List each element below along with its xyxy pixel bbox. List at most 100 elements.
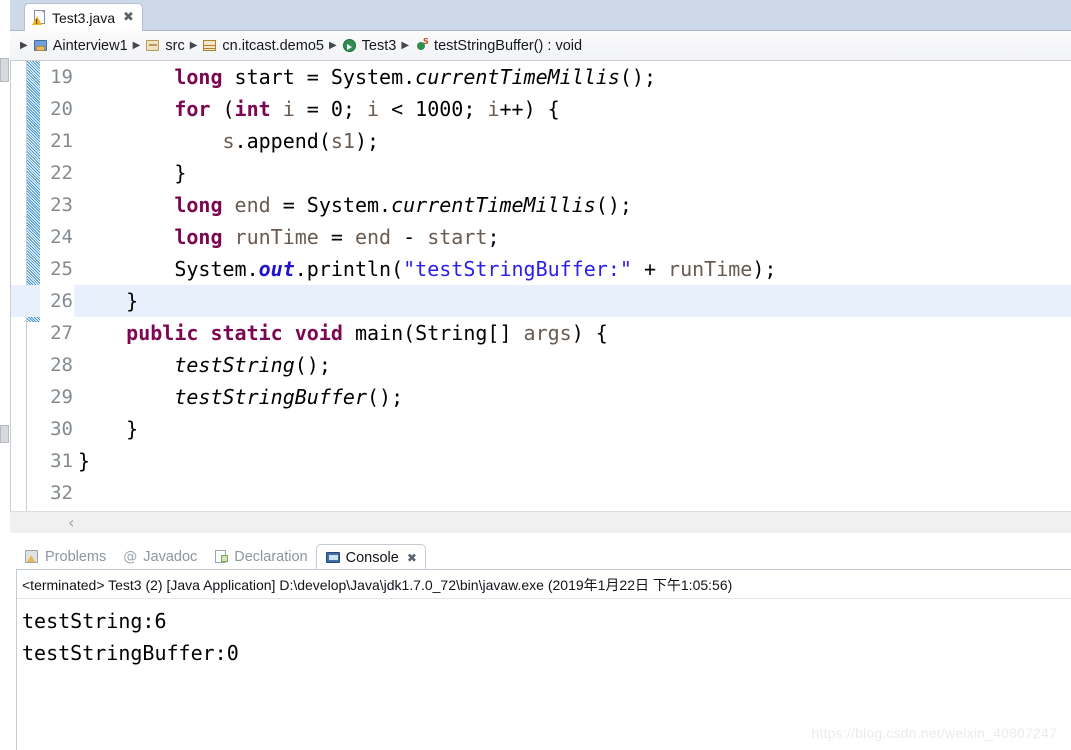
code-line[interactable]: testString(); <box>74 349 1071 381</box>
code-token: currentTimeMillis <box>415 65 620 89</box>
code-line[interactable]: } <box>74 413 1071 445</box>
code-token: args <box>523 321 572 345</box>
breadcrumb-item-src[interactable]: src <box>145 38 185 54</box>
editor-horizontal-scrollbar[interactable]: ‹ <box>10 511 1071 533</box>
code-token: testString <box>174 353 295 377</box>
code-line[interactable]: long start = System.currentTimeMillis(); <box>74 61 1071 93</box>
code-text-area[interactable]: long start = System.currentTimeMillis();… <box>74 61 1071 533</box>
code-token: (); <box>619 65 656 89</box>
code-line[interactable]: public static void main(String[] args) { <box>74 317 1071 349</box>
scroll-left-icon[interactable]: ‹ <box>68 514 74 531</box>
change-marker-bar <box>27 61 40 322</box>
code-token: .println( <box>294 257 404 281</box>
code-line[interactable]: } <box>74 445 1071 477</box>
chevron-right-icon: ▶ <box>132 39 141 51</box>
code-token: long <box>174 225 223 249</box>
code-line[interactable]: } <box>74 157 1071 189</box>
editor-tab-test3-java[interactable]: Test3.java ✖ <box>24 3 143 31</box>
code-token: runTime <box>668 257 753 281</box>
line-number: 27 <box>50 322 73 344</box>
breadcrumb: ▶ Ainterview1 ▶ src ▶ cn.itcast.demo5 ▶ … <box>10 31 1071 61</box>
code-token: ; <box>487 225 500 249</box>
tab-label: Console <box>345 549 399 566</box>
code-editor[interactable]: 19 20 21 22 23 24 25 26 27 28 29 30 31 32 long start … <box>10 61 1071 533</box>
code-token: ++) { <box>499 97 560 121</box>
line-number: 26 <box>50 290 73 312</box>
code-token: i <box>367 97 380 121</box>
line-number: 22 <box>50 162 73 184</box>
line-number: 32 <box>50 482 73 504</box>
editor-tab-label: Test3.java <box>52 9 116 26</box>
code-token: long <box>174 193 223 217</box>
code-token: out <box>258 257 295 281</box>
code-line[interactable]: long runTime = end - start; <box>74 221 1071 253</box>
code-line[interactable]: System.out.println("testStringBuffer:" +… <box>74 253 1071 285</box>
code-token: = <box>318 225 355 249</box>
breadcrumb-item-project[interactable]: Ainterview1 <box>33 38 128 54</box>
left-window-edge <box>0 0 10 750</box>
declaration-icon <box>213 549 229 565</box>
console-icon <box>325 550 341 566</box>
code-token: end <box>234 193 271 217</box>
code-line[interactable]: testStringBuffer(); <box>74 381 1071 413</box>
code-line[interactable]: long end = System.currentTimeMillis(); <box>74 189 1071 221</box>
code-token: - <box>391 225 428 249</box>
breadcrumb-item-method[interactable]: testStringBuffer() : void <box>414 37 583 54</box>
code-token: start <box>427 225 488 249</box>
problems-icon <box>24 549 40 565</box>
chevron-right-icon: ▶ <box>328 39 337 51</box>
tab-console[interactable]: Console ✖ <box>315 544 426 570</box>
code-token: testStringBuffer <box>174 385 367 409</box>
code-line[interactable]: for (int i = 0; i < 1000; i++) { <box>74 93 1071 125</box>
close-icon[interactable]: ✖ <box>407 552 417 564</box>
code-line[interactable]: } <box>74 285 1071 317</box>
breadcrumb-label: cn.itcast.demo5 <box>222 37 324 54</box>
close-icon[interactable]: ✖ <box>123 11 134 24</box>
code-token: "testStringBuffer:" <box>403 257 632 281</box>
java-file-warning-icon <box>32 10 47 26</box>
line-number: 24 <box>50 226 73 248</box>
code-token: s <box>222 129 235 153</box>
code-token: } <box>78 417 139 441</box>
code-token: < 1000; <box>379 97 488 121</box>
tab-label: Problems <box>45 549 107 565</box>
line-number: 21 <box>50 130 73 152</box>
line-number: 19 <box>50 66 73 88</box>
breadcrumb-label: Ainterview1 <box>52 37 128 54</box>
tab-declaration[interactable]: Declaration <box>205 544 315 570</box>
code-token: i <box>487 97 500 121</box>
code-token: = System. <box>270 193 392 217</box>
console-view[interactable]: <terminated> Test3 (2) [Java Application… <box>16 569 1071 750</box>
tab-label: Declaration <box>234 549 308 565</box>
code-token: } <box>78 161 187 185</box>
breadcrumb-item-package[interactable]: cn.itcast.demo5 <box>202 38 324 54</box>
breadcrumb-label: testStringBuffer() : void <box>434 37 583 54</box>
chevron-right-icon: ▶ <box>20 39 28 51</box>
tab-javadoc[interactable]: @ Javadoc <box>114 544 205 570</box>
line-number: 29 <box>50 386 73 408</box>
minimized-view-tab-bottom[interactable] <box>0 425 9 443</box>
java-project-icon <box>33 38 49 54</box>
code-token: s1 <box>330 129 355 153</box>
javadoc-at-icon: @ <box>123 549 138 565</box>
code-token: end <box>354 225 392 249</box>
code-token: = 0; <box>294 97 368 121</box>
tab-problems[interactable]: Problems <box>16 544 114 570</box>
code-token: System. <box>78 257 259 281</box>
code-token: for <box>174 97 211 121</box>
line-number-gutter: 19 20 21 22 23 24 25 26 27 28 29 30 31 32 <box>40 61 74 533</box>
line-number: 28 <box>50 354 73 376</box>
line-number: 25 <box>50 258 73 280</box>
console-output-line: testStringBuffer:0 <box>22 641 239 665</box>
code-token: ); <box>354 129 380 153</box>
minimized-view-tab-top[interactable] <box>0 58 9 82</box>
eclipse-ide-window: Test3.java ✖ ▶ Ainterview1 ▶ src ▶ cn.it… <box>0 0 1071 750</box>
code-line[interactable] <box>74 477 1071 509</box>
breadcrumb-item-class[interactable]: Test3 <box>342 38 396 54</box>
code-token: } <box>78 289 139 313</box>
code-line[interactable]: s.append(s1); <box>74 125 1071 157</box>
code-token: ( <box>210 97 235 121</box>
